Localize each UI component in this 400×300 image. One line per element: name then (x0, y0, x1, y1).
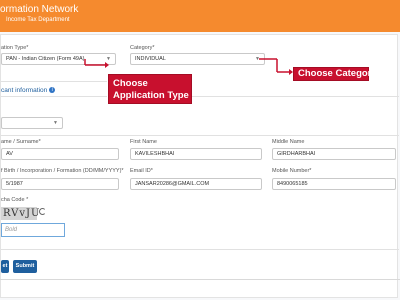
middle-name-value: GIRDHARBHAI (277, 151, 316, 157)
email-label: Email ID* (130, 168, 153, 174)
info-icon[interactable]: i (49, 87, 56, 94)
divider (1, 96, 107, 97)
submit-button[interactable]: Submit (13, 260, 37, 273)
form-panel: ation Type* PAN - Indian Citizen (Form 4… (0, 34, 399, 298)
chevron-down-icon: ▼ (53, 120, 58, 126)
dob-input[interactable]: 5/1987 (1, 178, 119, 190)
last-name-value: AV (6, 151, 13, 157)
first-name-value: KAVILESHBHAI (135, 151, 175, 157)
divider (1, 135, 399, 136)
choose-application-type-callout: Choose Application Type (108, 74, 192, 104)
applicant-information-title: cant information (1, 87, 48, 94)
refresh-icon[interactable] (39, 208, 46, 215)
callout-line-2: Application Type (113, 90, 189, 101)
site-header: ormation Network Income Tax Department (0, 0, 400, 32)
mobile-label: Mobile Number* (272, 168, 312, 174)
callout-line-1: Choose (113, 78, 148, 89)
middle-name-label: Middle Name (272, 139, 305, 145)
mobile-value: 8490065185 (277, 181, 308, 187)
title-select[interactable]: ▼ (1, 117, 63, 129)
email-input[interactable]: JANSAR20286@GMAIL.COM (130, 178, 262, 190)
header-title: ormation Network (0, 4, 79, 15)
choose-category-callout: Choose Category (293, 67, 377, 81)
divider (1, 81, 107, 82)
middle-name-input[interactable]: GIRDHARBHAI (272, 148, 396, 160)
footer-divider (0, 279, 400, 280)
last-name-label: ame / Surname* (1, 139, 41, 145)
first-name-label: First Name (130, 139, 157, 145)
captcha-label: cha Code * (1, 197, 29, 203)
divider (192, 96, 399, 97)
first-name-input[interactable]: KAVILESHBHAI (130, 148, 262, 160)
mobile-input[interactable]: 8490065185 (272, 178, 396, 190)
captcha-image: RVvJU (1, 207, 41, 220)
reset-button[interactable]: et (1, 260, 9, 273)
dob-label: f Birth / Incorporation / Formation (DD/… (1, 168, 124, 174)
captcha-input[interactable]: Bold (1, 223, 65, 237)
header-subtitle: Income Tax Department (6, 17, 70, 23)
applicant-information-heading: cant information i (1, 87, 56, 94)
dob-value: 5/1987 (6, 181, 23, 187)
email-value: JANSAR20286@GMAIL.COM (135, 181, 210, 187)
last-name-input[interactable]: AV (1, 148, 119, 160)
divider (1, 249, 399, 250)
